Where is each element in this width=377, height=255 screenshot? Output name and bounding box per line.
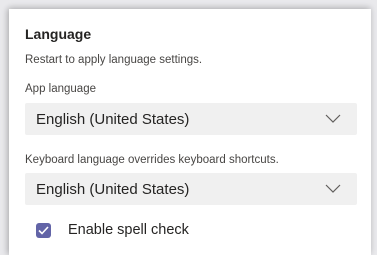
chevron-down-icon xyxy=(325,184,341,193)
app-language-label: App language xyxy=(25,83,96,95)
app-language-value: English (United States) xyxy=(36,110,190,128)
keyboard-language-value: English (United States) xyxy=(36,180,190,198)
spell-check-checkbox[interactable] xyxy=(36,222,51,238)
app-language-dropdown[interactable]: English (United States) xyxy=(25,103,357,135)
spell-check-label: Enable spell check xyxy=(68,222,189,238)
language-settings-panel: Language Restart to apply language setti… xyxy=(9,9,371,255)
chevron-down-icon xyxy=(325,114,341,123)
section-title: Language xyxy=(25,26,92,42)
spell-check-row[interactable]: Enable spell check xyxy=(36,222,189,238)
section-subtitle: Restart to apply language settings. xyxy=(25,54,203,66)
checkmark-icon xyxy=(38,225,49,235)
keyboard-language-label: Keyboard language overrides keyboard sho… xyxy=(25,154,279,166)
keyboard-language-dropdown[interactable]: English (United States) xyxy=(25,173,357,205)
